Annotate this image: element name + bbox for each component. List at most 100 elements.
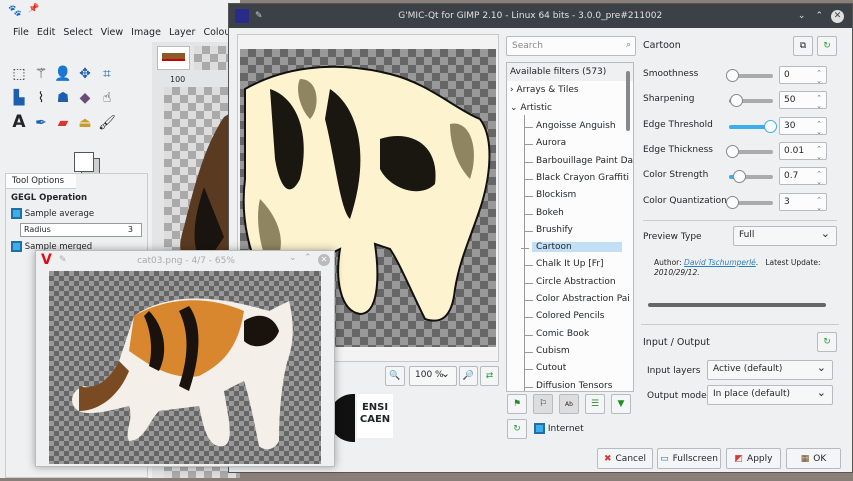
fullscreen-button[interactable]: ▭ Fullscreen xyxy=(657,448,721,469)
available-filters-header: Available filters (573) xyxy=(507,63,633,81)
filter-item[interactable]: Black Crayon Graffiti xyxy=(524,173,629,183)
filter-item[interactable]: Blockism xyxy=(524,190,576,200)
paths-tool-icon[interactable]: ⌇ xyxy=(30,88,52,108)
param-spinbox[interactable]: 0.01 xyxy=(779,141,827,161)
smudge-tool-icon[interactable]: ☝ xyxy=(96,88,118,108)
remove-favorite-button[interactable]: ⚐ xyxy=(533,394,553,414)
paintbrush-tool-icon[interactable]: 🖌 xyxy=(96,113,118,133)
param-spinbox[interactable]: 0.7 xyxy=(779,167,827,186)
slider-handle[interactable] xyxy=(732,170,746,184)
maximize-icon[interactable]: ⌃ xyxy=(304,253,312,263)
cancel-button[interactable]: ✖ Cancel xyxy=(597,448,653,469)
filter-item[interactable]: Barbouillage Paint Da xyxy=(524,156,633,166)
zoom-in-button[interactable]: 🔎 xyxy=(459,366,478,386)
filter-item[interactable]: Comic Book xyxy=(524,329,589,339)
add-favorite-button[interactable]: ⚑ xyxy=(507,394,527,414)
scrollbar[interactable] xyxy=(626,71,630,131)
image-tab-thumbnail[interactable] xyxy=(157,46,190,70)
param-slider[interactable] xyxy=(726,69,773,82)
divider xyxy=(643,220,837,221)
param-slider[interactable] xyxy=(726,195,773,209)
slider-handle[interactable] xyxy=(729,94,743,108)
param-slider[interactable] xyxy=(729,170,773,184)
reset-io-button[interactable]: ↻ xyxy=(817,332,837,352)
param-slider[interactable] xyxy=(726,144,773,158)
slider-handle[interactable] xyxy=(726,144,739,158)
pin-icon[interactable]: 📌 xyxy=(28,4,39,14)
minimize-icon[interactable]: ⌄ xyxy=(289,253,297,263)
tab-tool-options[interactable]: Tool Options xyxy=(6,174,76,189)
rect-select-tool-icon[interactable]: ⬚ xyxy=(8,64,30,84)
minimize-icon[interactable]: ⌄ xyxy=(798,11,806,21)
eraser-tool-icon[interactable]: ▰ xyxy=(52,113,74,133)
menu-view[interactable]: View xyxy=(101,27,124,38)
menu-edit[interactable]: Edit xyxy=(37,27,55,38)
apply-button[interactable]: ◩ Apply xyxy=(726,448,781,469)
clone-tool-icon[interactable]: ⏏ xyxy=(74,113,96,133)
input-layers-select[interactable]: Active (default) xyxy=(707,360,833,380)
filter-item[interactable]: Chalk It Up [Fr] xyxy=(525,259,604,269)
slider-handle[interactable] xyxy=(726,195,739,209)
filter-tree: Available filters (573) › Arrays & Tiles… xyxy=(506,62,634,392)
output-mode-select[interactable]: In place (default) xyxy=(707,385,833,405)
crop-tool-icon[interactable]: ⌗ xyxy=(96,64,118,84)
zoom-select[interactable]: 100 % xyxy=(409,366,457,386)
filter-item[interactable]: Aurora xyxy=(524,138,566,148)
menu-image[interactable]: Image xyxy=(131,27,161,38)
filter-item[interactable]: Cutout xyxy=(524,363,566,373)
search-input[interactable]: Search ⌕ xyxy=(506,36,636,56)
apply-icon: ◩ xyxy=(734,453,744,464)
refresh-preview-button[interactable]: ⇄ xyxy=(480,366,499,386)
author-link[interactable]: David Tschumperlé xyxy=(684,258,756,267)
menu-select[interactable]: Select xyxy=(63,27,92,38)
pin-icon[interactable]: ✎ xyxy=(255,11,263,21)
filter-item[interactable]: Circle Abstraction xyxy=(525,277,616,287)
transform-tool-icon[interactable]: ▙ xyxy=(8,88,30,108)
move-tool-icon[interactable]: ✥ xyxy=(74,64,96,84)
param-spinbox[interactable]: 50 xyxy=(779,91,827,110)
filter-item[interactable]: Brushify xyxy=(525,225,573,235)
sample-average-checkbox[interactable]: Sample average xyxy=(6,207,147,220)
internet-checkbox[interactable]: Internet xyxy=(534,423,584,434)
param-spinbox[interactable]: 0 xyxy=(779,66,827,85)
tree-folder-artistic[interactable]: ⌄ Artistic xyxy=(510,103,552,113)
color-picker-tool-icon[interactable]: ✒ xyxy=(30,113,52,133)
filter-toolbar: ⚑ ⚐ Ab ☰ ▼ xyxy=(507,394,631,414)
ok-button[interactable]: ▦ OK xyxy=(786,448,841,469)
foreground-select-tool-icon[interactable]: 👤 xyxy=(52,64,74,84)
tree-folder-arrays-tiles[interactable]: › Arrays & Tiles xyxy=(510,85,579,95)
copy-command-button[interactable]: ⧉ xyxy=(793,36,813,56)
filter-item[interactable]: Diffusion Tensors xyxy=(524,381,612,391)
reset-params-button[interactable]: ↻ xyxy=(817,36,837,56)
warp-tool-icon[interactable]: ☗ xyxy=(52,88,74,108)
foreground-color[interactable] xyxy=(74,152,94,172)
rename-favorite-button[interactable]: Ab xyxy=(559,394,579,414)
slider-handle[interactable] xyxy=(764,119,777,133)
param-spinbox[interactable]: 3 xyxy=(779,192,827,212)
param-spinbox[interactable]: 30 xyxy=(779,116,827,136)
text-tool-icon[interactable]: A xyxy=(8,112,30,132)
menu-layer[interactable]: Layer xyxy=(169,27,196,38)
filter-item[interactable]: Colored Pencils xyxy=(524,311,604,321)
radius-field[interactable]: Radius 3 xyxy=(20,223,142,237)
slider-handle[interactable] xyxy=(726,69,739,82)
preview-type-select[interactable]: Full xyxy=(733,226,837,246)
zoom-out-button[interactable]: 🔍 xyxy=(385,366,405,386)
viewer-canvas[interactable] xyxy=(49,271,321,464)
filter-item[interactable]: Angoisse Anguish xyxy=(525,121,616,131)
filter-item[interactable]: Color Abstraction Pai xyxy=(525,294,630,304)
update-filters-button[interactable]: ↻ xyxy=(507,419,527,439)
maximize-icon[interactable]: ⌃ xyxy=(815,11,823,21)
param-slider[interactable] xyxy=(729,94,773,108)
expand-collapse-button[interactable]: ▼ xyxy=(611,394,631,414)
filter-item[interactable]: Cubism xyxy=(525,346,570,356)
toggle-visibility-button[interactable]: ☰ xyxy=(585,394,605,414)
param-slider[interactable] xyxy=(729,119,777,133)
filter-item[interactable]: Cartoon xyxy=(521,242,622,253)
close-icon[interactable]: ✕ xyxy=(318,254,330,266)
fuzzy-select-tool-icon[interactable]: ⚚ xyxy=(30,64,52,84)
menu-file[interactable]: File xyxy=(13,27,29,38)
gradient-tool-icon[interactable]: ◆ xyxy=(74,88,96,108)
filter-item[interactable]: Bokeh xyxy=(525,208,564,218)
close-icon[interactable]: ✕ xyxy=(831,9,844,23)
